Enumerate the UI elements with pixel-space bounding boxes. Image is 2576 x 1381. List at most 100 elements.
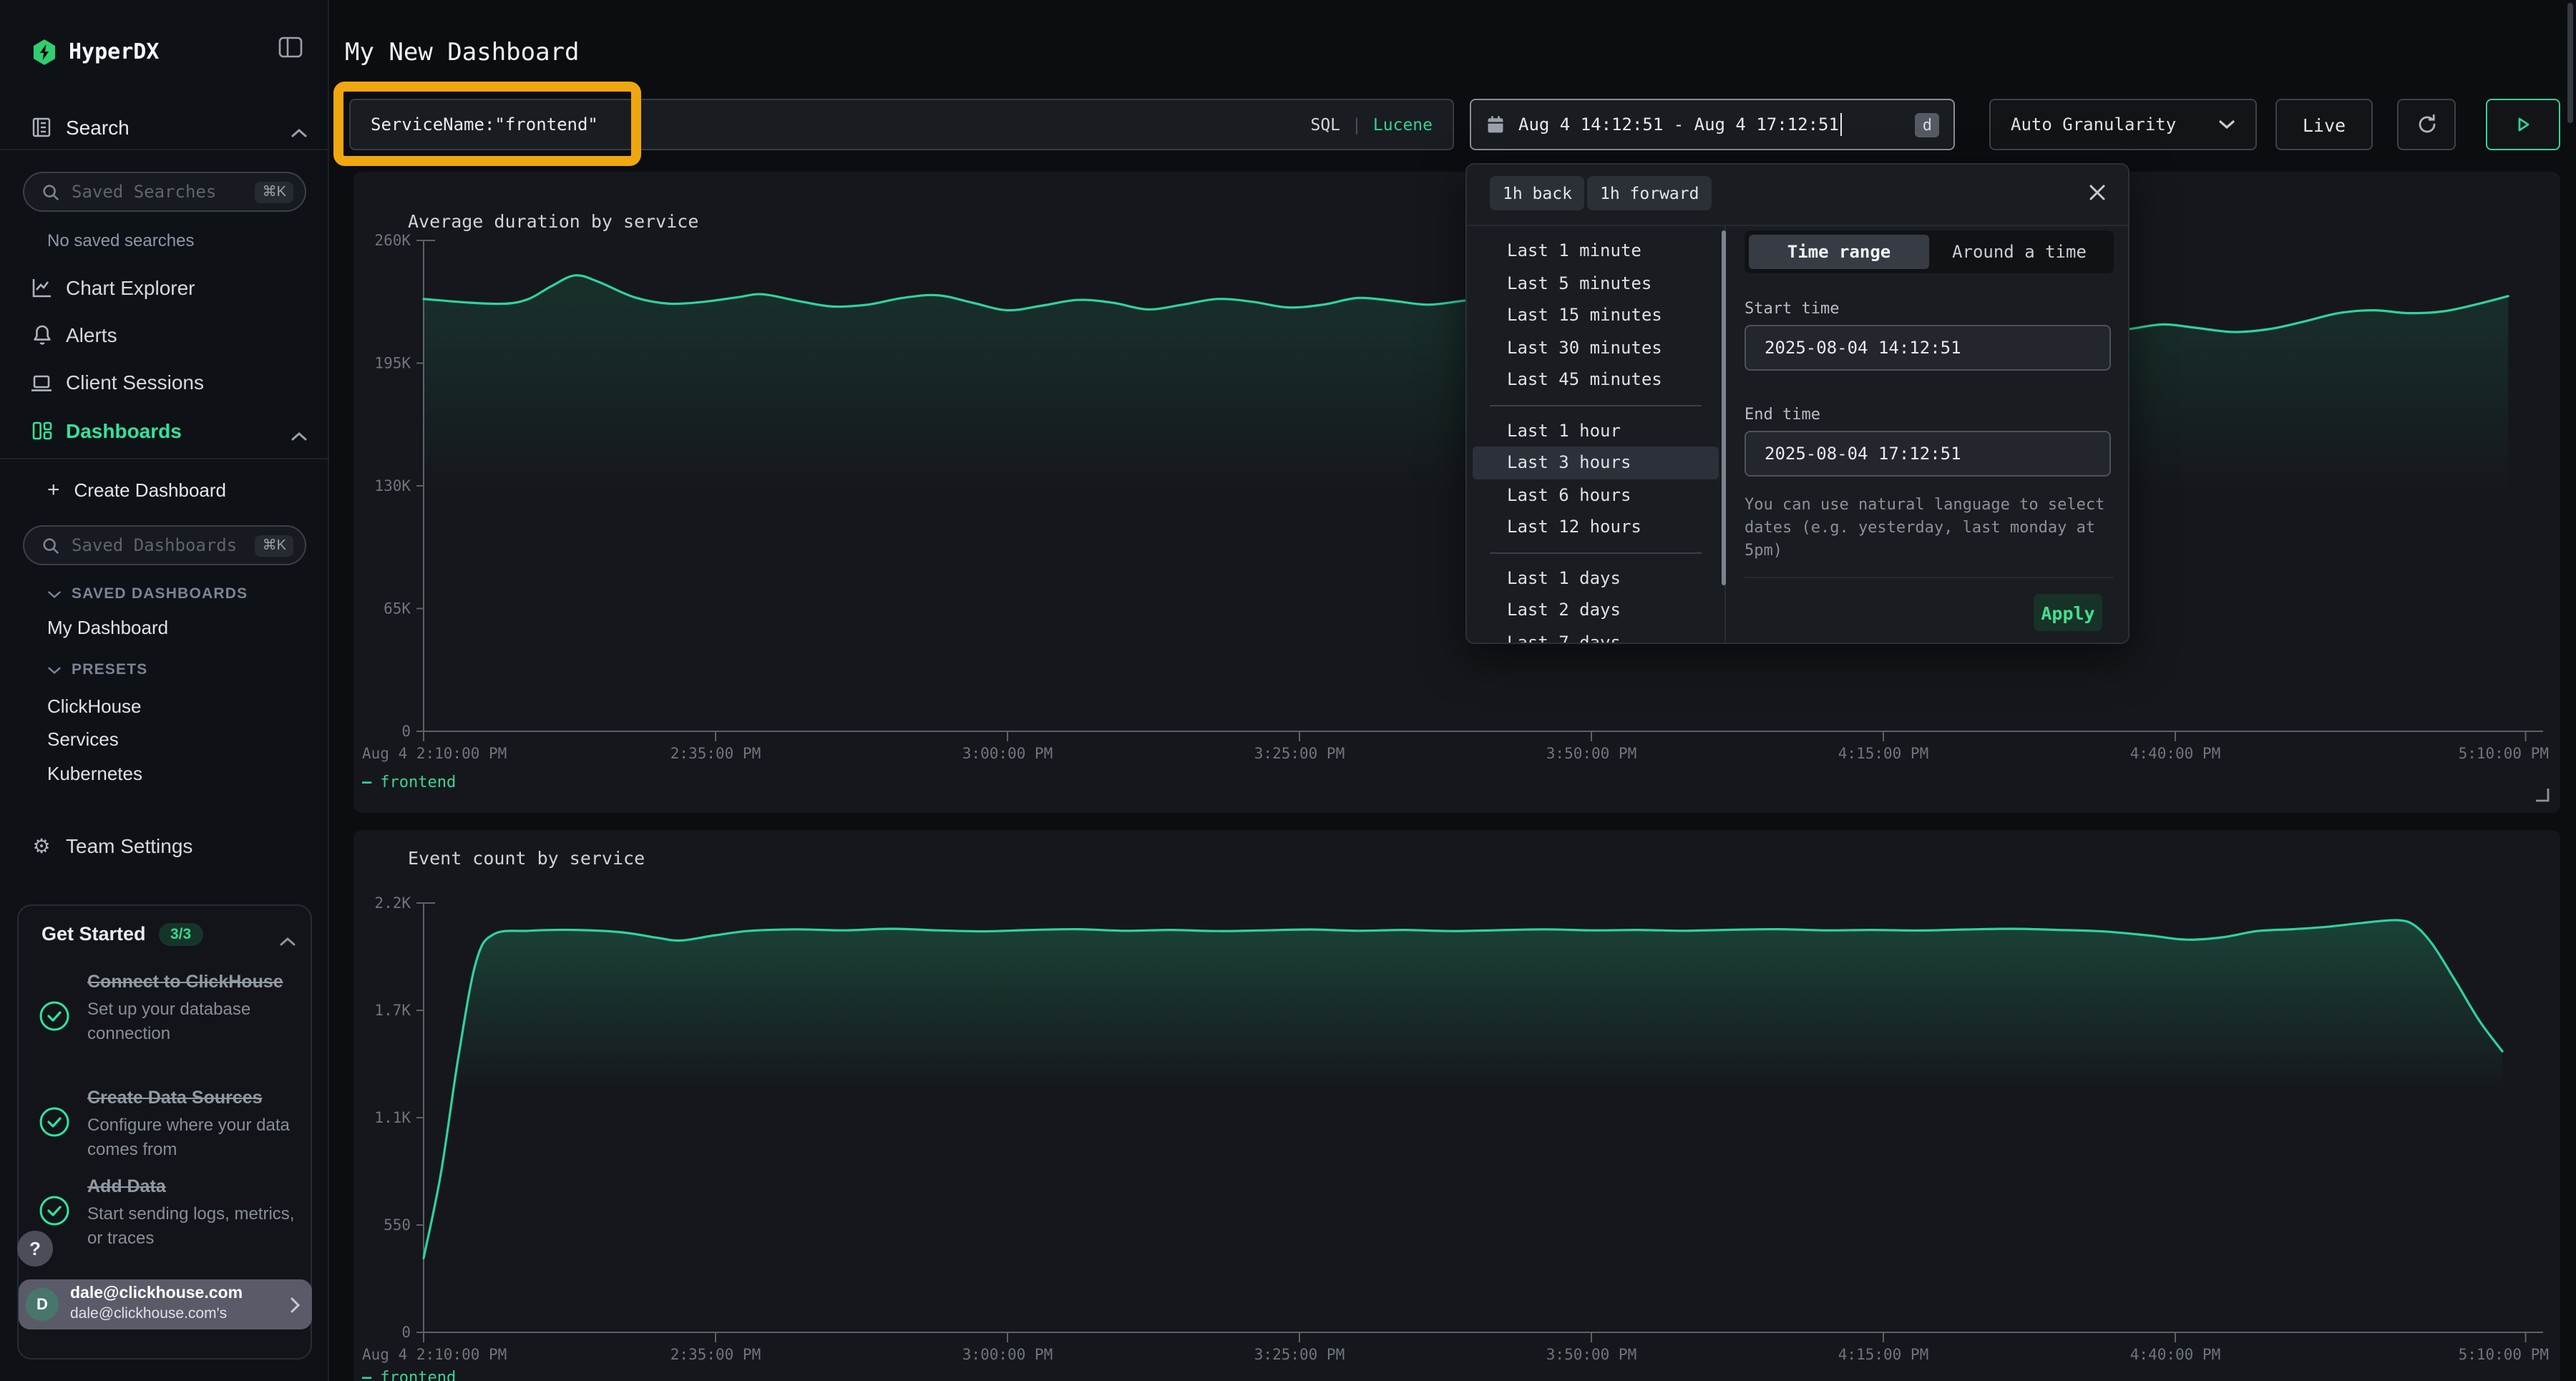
time-option[interactable]: Last 1 days bbox=[1473, 562, 1719, 594]
chevron-up-icon[interactable] bbox=[279, 929, 296, 955]
brand[interactable]: HyperDX bbox=[33, 36, 159, 67]
line-chart[interactable]: 065K130K195K260KAug 4 2:10:00 PM2:35:00 … bbox=[353, 172, 2560, 813]
svg-text:3:25:00 PM: 3:25:00 PM bbox=[1254, 1346, 1345, 1363]
sidebar-item-search[interactable]: Search bbox=[30, 114, 130, 140]
get-started-progress-badge: 3/3 bbox=[159, 923, 203, 946]
time-option[interactable]: Last 15 minutes bbox=[1473, 299, 1719, 331]
sidebar-item-services[interactable]: Services bbox=[47, 728, 119, 750]
close-icon[interactable] bbox=[2088, 183, 2107, 202]
collapse-sidebar-icon[interactable] bbox=[278, 34, 303, 67]
section-presets[interactable]: PRESETS bbox=[47, 661, 147, 678]
create-dashboard-label: Create Dashboard bbox=[74, 479, 226, 500]
chevron-up-icon[interactable] bbox=[291, 424, 308, 449]
chart-explorer-icon bbox=[30, 276, 53, 299]
section-saved-dashboards[interactable]: SAVED DASHBOARDS bbox=[47, 585, 248, 602]
svg-text:3:00:00 PM: 3:00:00 PM bbox=[962, 745, 1053, 762]
avatar: D bbox=[26, 1288, 59, 1321]
sidebar-item-dashboards[interactable]: Dashboards bbox=[30, 418, 182, 444]
svg-text:0: 0 bbox=[401, 723, 411, 740]
sidebar-item-team-settings[interactable]: ⚙ Team Settings bbox=[30, 833, 192, 859]
check-circle-icon bbox=[39, 1106, 70, 1145]
sidebar-item-label: Team Settings bbox=[66, 834, 192, 857]
time-option[interactable]: Last 1 hour bbox=[1473, 414, 1719, 446]
time-option[interactable]: Last 6 hours bbox=[1473, 479, 1719, 511]
time-option[interactable]: Last 7 days bbox=[1473, 626, 1719, 644]
get-started-item-subtitle: Configure where your data comes from bbox=[87, 1113, 309, 1161]
time-option[interactable]: Last 5 minutes bbox=[1473, 267, 1719, 299]
svg-text:4:40:00 PM: 4:40:00 PM bbox=[2130, 1346, 2220, 1363]
granularity-value: Auto Granularity bbox=[2011, 114, 2176, 135]
svg-text:3:00:00 PM: 3:00:00 PM bbox=[962, 1346, 1053, 1363]
svg-text:2.2K: 2.2K bbox=[374, 894, 411, 912]
svg-text:5:10:00 PM: 5:10:00 PM bbox=[2459, 1346, 2549, 1363]
apply-button[interactable]: Apply bbox=[2034, 594, 2102, 631]
svg-text:2:35:00 PM: 2:35:00 PM bbox=[670, 1346, 761, 1363]
tab-time-range[interactable]: Time range bbox=[1749, 235, 1929, 269]
tab-around-a-time[interactable]: Around a time bbox=[1929, 235, 2109, 269]
get-started-item[interactable]: Create Data Sources Configure where your… bbox=[87, 1086, 309, 1161]
language-lucene-toggle[interactable]: Lucene bbox=[1373, 114, 1433, 135]
section-label: PRESETS bbox=[72, 661, 147, 678]
live-button[interactable]: Live bbox=[2275, 99, 2373, 150]
time-range-input[interactable]: Aug 4 14:12:51 - Aug 4 17:12:51 d bbox=[1470, 99, 1955, 150]
get-started-item[interactable]: Connect to ClickHouse Set up your databa… bbox=[87, 970, 305, 1045]
search-icon bbox=[42, 536, 60, 555]
svg-text:260K: 260K bbox=[374, 232, 411, 249]
sidebar-item-clickhouse[interactable]: ClickHouse bbox=[47, 696, 142, 717]
chart-legend[interactable]: — frontend bbox=[362, 1368, 456, 1381]
line-chart[interactable]: 05501.1K1.7K2.2KAug 4 2:10:00 PM2:35:00 … bbox=[353, 830, 2560, 1381]
chart-panel-event-count: Event count by service 05501.1K1.7K2.2KA… bbox=[353, 830, 2560, 1381]
bell-icon bbox=[30, 323, 53, 346]
saved-searches-input[interactable]: Saved Searches ⌘K bbox=[23, 172, 306, 212]
divider bbox=[0, 149, 329, 150]
divider bbox=[1490, 404, 1702, 406]
plus-icon: + bbox=[47, 477, 60, 502]
get-started-item-title: Create Data Sources bbox=[87, 1086, 309, 1111]
chevron-up-icon[interactable] bbox=[291, 120, 308, 146]
saved-dashboards-input[interactable]: Saved Dashboards ⌘K bbox=[23, 525, 306, 565]
chart-legend[interactable]: — frontend bbox=[362, 773, 456, 791]
help-button[interactable]: ? bbox=[17, 1231, 53, 1267]
create-dashboard-button[interactable]: + Create Dashboard bbox=[47, 477, 226, 502]
svg-text:130K: 130K bbox=[374, 477, 411, 494]
sidebar-item-kubernetes[interactable]: Kubernetes bbox=[47, 763, 142, 784]
sidebar-item-label: Search bbox=[66, 116, 130, 139]
live-label: Live bbox=[2303, 114, 2346, 135]
section-label: SAVED DASHBOARDS bbox=[72, 585, 248, 602]
sidebar-item-my-dashboard[interactable]: My Dashboard bbox=[47, 617, 168, 638]
granularity-select[interactable]: Auto Granularity bbox=[1989, 99, 2257, 150]
time-option[interactable]: Last 30 minutes bbox=[1473, 331, 1719, 363]
dashboard-filter-input[interactable]: ServiceName:"frontend" SQL | Lucene bbox=[349, 99, 1454, 150]
filter-value: ServiceName:"frontend" bbox=[371, 114, 598, 135]
legend-swatch: — bbox=[362, 773, 371, 791]
time-option[interactable]: Last 3 hours bbox=[1473, 446, 1719, 479]
get-started-item[interactable]: Add Data Start sending logs, metrics, or… bbox=[87, 1175, 302, 1250]
get-started-item-title: Connect to ClickHouse bbox=[87, 970, 305, 995]
time-option[interactable]: Last 12 hours bbox=[1473, 511, 1719, 543]
start-time-input[interactable]: 2025-08-04 14:12:51 bbox=[1745, 325, 2111, 371]
svg-text:2:35:00 PM: 2:35:00 PM bbox=[670, 745, 761, 762]
sidebar-item-alerts[interactable]: Alerts bbox=[30, 322, 117, 348]
saved-dashboards-placeholder: Saved Dashboards bbox=[72, 535, 255, 555]
end-time-input[interactable]: 2025-08-04 17:12:51 bbox=[1745, 431, 2111, 477]
time-option[interactable]: Last 2 days bbox=[1473, 594, 1719, 626]
shift-back-button[interactable]: 1h back bbox=[1490, 176, 1585, 210]
language-sql-toggle[interactable]: SQL bbox=[1310, 114, 1340, 135]
time-picker-popover: 1h back 1h forward Last 1 minuteLast 5 m… bbox=[1465, 163, 2129, 644]
resize-handle-icon[interactable] bbox=[2534, 787, 2550, 803]
get-started-item-subtitle: Set up your database connection bbox=[87, 997, 305, 1045]
user-menu[interactable]: D dale@clickhouse.com dale@clickhouse.co… bbox=[19, 1279, 312, 1329]
chevron-down-icon bbox=[2218, 119, 2235, 130]
shift-forward-button[interactable]: 1h forward bbox=[1587, 176, 1712, 210]
options-scrollbar[interactable] bbox=[1722, 230, 1726, 585]
svg-text:Aug 4 2:10:00 PM: Aug 4 2:10:00 PM bbox=[362, 1346, 507, 1363]
refresh-button[interactable] bbox=[2397, 99, 2456, 150]
time-option[interactable]: Last 1 minute bbox=[1473, 235, 1719, 267]
time-option[interactable]: Last 45 minutes bbox=[1473, 363, 1719, 396]
page-scrollbar[interactable] bbox=[2567, 3, 2573, 123]
run-query-button[interactable] bbox=[2486, 99, 2560, 150]
svg-text:Aug 4 2:10:00 PM: Aug 4 2:10:00 PM bbox=[362, 745, 507, 762]
sidebar-item-chart-explorer[interactable]: Chart Explorer bbox=[30, 275, 195, 301]
sidebar-item-client-sessions[interactable]: Client Sessions bbox=[30, 369, 204, 395]
svg-text:3:25:00 PM: 3:25:00 PM bbox=[1254, 745, 1345, 762]
